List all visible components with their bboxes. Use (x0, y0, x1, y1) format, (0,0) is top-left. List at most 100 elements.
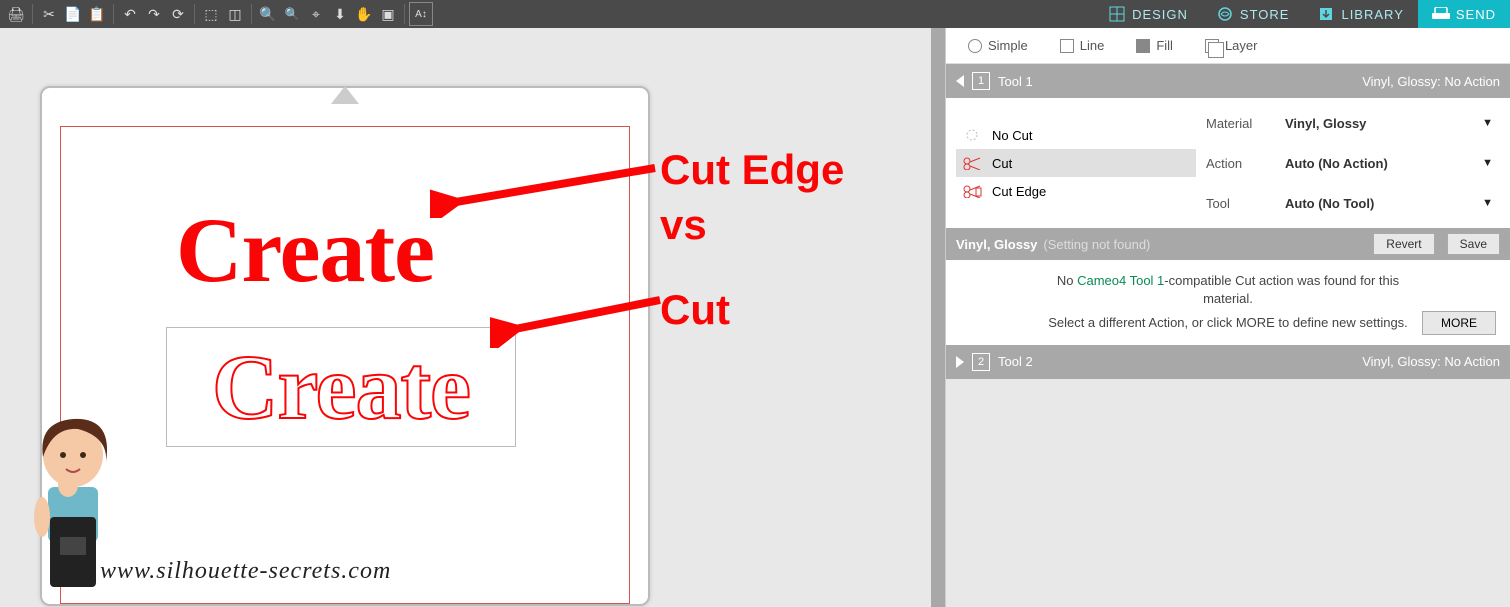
main-nav: DESIGN STORE LIBRARY SEND (1094, 0, 1510, 28)
tool-dropdown[interactable]: Auto (No Tool)▼ (1278, 190, 1500, 216)
msg-link: Cameo4 Tool 1 (1077, 273, 1164, 288)
cut-options-list: No Cut Cut Cut Edge (956, 121, 1196, 205)
option-no-cut-label: No Cut (992, 128, 1032, 143)
option-cut-label: Cut (992, 156, 1012, 171)
cutting-mat: Create Create (40, 86, 650, 606)
tool1-status-action: No Action (1444, 74, 1500, 89)
tool1-title: Tool 1 (998, 74, 1033, 89)
zoom-in-icon[interactable]: 🔍 (256, 2, 280, 26)
pan-icon[interactable]: ✋ (352, 2, 376, 26)
copy-icon[interactable]: 📄 (61, 2, 85, 26)
tab-design-label: DESIGN (1132, 7, 1188, 22)
tool1-header[interactable]: 1 Tool 1 Vinyl, Glossy: No Action (946, 64, 1510, 98)
preferences-icon[interactable]: A↕ (409, 2, 433, 26)
option-cut-edge[interactable]: Cut Edge (956, 177, 1196, 205)
undo-icon[interactable]: ↶ (118, 2, 142, 26)
zoom-out-icon[interactable]: 🔍 (280, 2, 304, 26)
tab-store[interactable]: STORE (1202, 0, 1304, 28)
tool-label: Tool (1206, 196, 1278, 211)
watermark-text: www.silhouette-secrets.com (100, 558, 391, 585)
refresh-icon[interactable]: ⟳ (166, 2, 190, 26)
option-cut[interactable]: Cut (956, 149, 1196, 177)
tab-library-label: LIBRARY (1341, 7, 1403, 22)
deselect-icon[interactable]: ◫ (223, 2, 247, 26)
settings-name: Vinyl, Glossy (956, 237, 1037, 252)
tool-value: Auto (No Tool) (1285, 196, 1374, 211)
select-all-icon[interactable]: ⬚ (199, 2, 223, 26)
subtab-simple-label: Simple (988, 38, 1028, 53)
subtab-line[interactable]: Line (1044, 28, 1121, 64)
send-subtabs: Simple Line Fill Layer (946, 28, 1510, 64)
square-outline-icon (1060, 39, 1074, 53)
save-button[interactable]: Save (1447, 233, 1500, 255)
subtab-fill[interactable]: Fill (1120, 28, 1189, 64)
mat-load-arrow-icon (331, 86, 359, 104)
print-icon[interactable]: 🖨 (4, 2, 28, 26)
tab-design[interactable]: DESIGN (1094, 0, 1202, 28)
tool2-status-prefix: Vinyl, Glossy: (1362, 354, 1444, 369)
chevron-down-icon: ▼ (1482, 157, 1493, 169)
subtab-fill-label: Fill (1156, 38, 1173, 53)
tab-store-label: STORE (1240, 7, 1290, 22)
prop-material: Material Vinyl, Glossy▼ (1206, 110, 1500, 136)
tool2-title: Tool 2 (998, 354, 1033, 369)
canvas-area[interactable]: Create Create Cut Edge vs Cut (0, 28, 931, 607)
circle-icon (968, 39, 982, 53)
material-dropdown[interactable]: Vinyl, Glossy ▼ (1278, 110, 1500, 136)
tool-number-2: 2 (972, 353, 990, 371)
download-icon (1317, 5, 1335, 23)
layer-icon (1205, 39, 1219, 53)
tab-send-label: SEND (1456, 7, 1496, 22)
paste-icon[interactable]: 📋 (85, 2, 109, 26)
annotation-vs: vs (660, 198, 844, 253)
fit-page-icon[interactable]: ▣ (376, 2, 400, 26)
tool2-status: Vinyl, Glossy: No Action (1362, 354, 1500, 369)
tool1-status-prefix: Vinyl, Glossy: (1362, 74, 1444, 89)
msg-part1: No (1057, 273, 1077, 288)
action-dropdown[interactable]: Auto (No Action)▼ (1278, 150, 1500, 176)
grid-icon (1108, 5, 1126, 23)
expand-right-icon (956, 356, 964, 368)
design-element-cutedge[interactable]: Create (176, 197, 434, 303)
material-value: Vinyl, Glossy (1285, 116, 1366, 131)
zoom-selection-icon[interactable]: ⌖ (304, 2, 328, 26)
square-fill-icon (1136, 39, 1150, 53)
subtab-simple[interactable]: Simple (952, 28, 1044, 64)
tab-library[interactable]: LIBRARY (1303, 0, 1417, 28)
tool-number-1: 1 (972, 72, 990, 90)
option-no-cut[interactable]: No Cut (956, 121, 1196, 149)
annotation-cut: Cut (660, 283, 730, 338)
redo-icon[interactable]: ↷ (142, 2, 166, 26)
zoom-fit-icon[interactable]: ⬇ (328, 2, 352, 26)
design-element-cut-selection[interactable]: Create (166, 327, 516, 447)
subtab-layer-label: Layer (1225, 38, 1258, 53)
revert-button[interactable]: Revert (1373, 233, 1434, 255)
tab-send[interactable]: SEND (1418, 0, 1510, 28)
cut-edge-icon (962, 183, 982, 199)
design-element-cut: Create (212, 334, 470, 440)
more-button[interactable]: MORE (1422, 311, 1496, 335)
send-panel: Simple Line Fill Layer 1 Tool 1 Vinyl, G… (945, 28, 1510, 607)
annotation-text-bottom: Cut (660, 283, 730, 338)
cut-border: Create Create (60, 126, 630, 604)
settings-bar: Vinyl, Glossy (Setting not found) Revert… (946, 228, 1510, 260)
tool1-status: Vinyl, Glossy: No Action (1362, 74, 1500, 89)
action-label: Action (1206, 156, 1278, 171)
annotation-cutedge: Cut Edge (660, 143, 844, 198)
annotation-text-top: Cut Edge vs (660, 143, 844, 252)
tool1-body: No Cut Cut Cut Edge Material Vinyl, Glos… (946, 98, 1510, 228)
prop-tool: Tool Auto (No Tool)▼ (1206, 190, 1500, 216)
no-cut-icon (962, 127, 982, 143)
panel-divider[interactable] (931, 28, 945, 607)
tool1-properties: Material Vinyl, Glossy▼ Action Auto (No … (1196, 106, 1500, 220)
tool2-status-action: No Action (1444, 354, 1500, 369)
prop-action: Action Auto (No Action)▼ (1206, 150, 1500, 176)
cut-tool-icon[interactable]: ✂ (37, 2, 61, 26)
subtab-line-label: Line (1080, 38, 1105, 53)
settings-note: (Setting not found) (1043, 237, 1150, 252)
subtab-layer[interactable]: Layer (1189, 28, 1274, 64)
info-message: No Cameo4 Tool 1-compatible Cut action w… (946, 260, 1510, 345)
chevron-down-icon: ▼ (1482, 117, 1493, 129)
store-icon (1216, 5, 1234, 23)
tool2-header[interactable]: 2 Tool 2 Vinyl, Glossy: No Action (946, 345, 1510, 379)
